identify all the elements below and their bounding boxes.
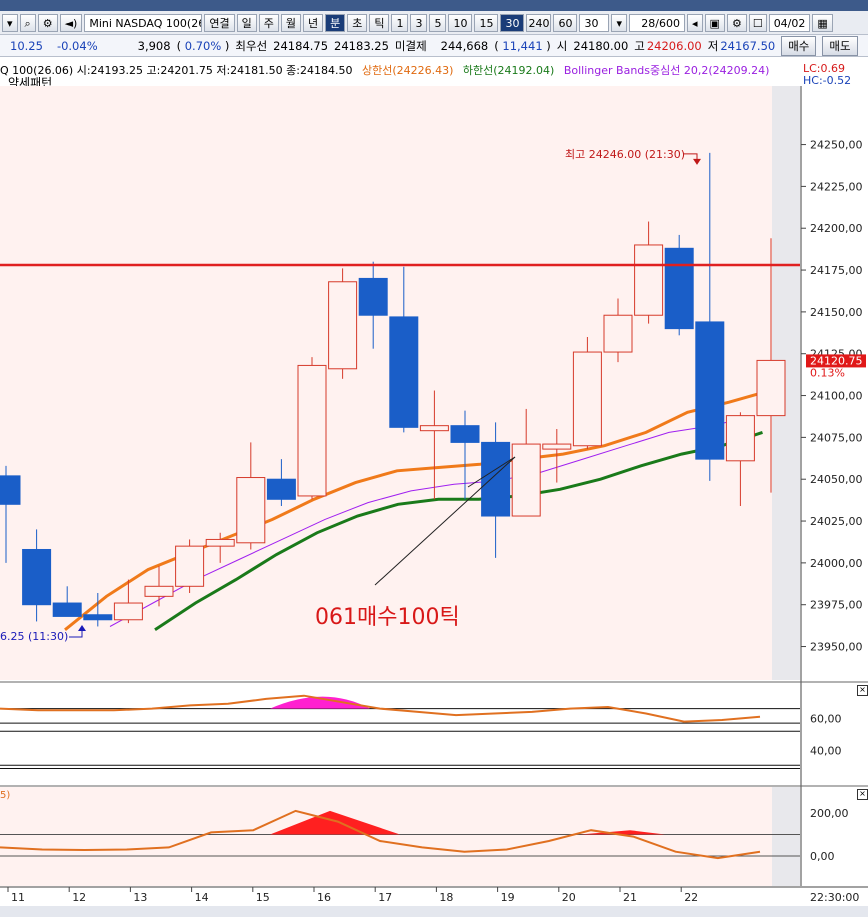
price-tag-pct: 0.13% xyxy=(810,366,845,379)
y-tick-label: 24050,00 xyxy=(810,473,863,486)
x-tick-label: 20 xyxy=(562,891,576,904)
x-tick-label: 11 xyxy=(11,891,25,904)
y-tick-label: 23975,00 xyxy=(810,599,863,612)
mom-panel-highlight xyxy=(772,787,800,886)
candle-down xyxy=(389,316,419,428)
y-tick-label: 23950,00 xyxy=(810,641,863,654)
y-tick-label: 24000,00 xyxy=(810,557,863,570)
candle-down xyxy=(664,247,694,330)
candle-up xyxy=(572,351,602,447)
candle-up xyxy=(236,477,266,544)
candle-down xyxy=(695,321,725,460)
mom-tick-label: 200,00 xyxy=(810,807,849,820)
x-tick-label: 16 xyxy=(317,891,331,904)
x-tick-label: 17 xyxy=(378,891,392,904)
candle-down xyxy=(481,441,511,517)
x-tick-label: 14 xyxy=(195,891,209,904)
candle-down xyxy=(266,478,296,500)
candle-down xyxy=(450,425,480,443)
candle-down xyxy=(52,602,82,617)
candle-up xyxy=(297,364,327,497)
mom-tick-label: 0,00 xyxy=(810,850,835,863)
y-tick-label: 24250,00 xyxy=(810,139,863,152)
price-chart[interactable]: 23950,00 23975,00 24000,00 24025,00 24050,00… xyxy=(0,0,868,917)
mom-label: 5) xyxy=(0,790,10,801)
candle-up xyxy=(113,602,143,621)
candle-up xyxy=(419,425,449,432)
x-tick-label: 21 xyxy=(623,891,637,904)
mom-panel-bg xyxy=(0,787,800,886)
osc-tick-label: 60,00 xyxy=(810,712,842,725)
y-tick-label: 24150,00 xyxy=(810,306,863,319)
candle-up xyxy=(205,538,235,547)
x-tick-label: 19 xyxy=(501,891,515,904)
candle-down xyxy=(83,614,113,621)
candle-up xyxy=(542,443,572,450)
y-tick-label: 24075,00 xyxy=(810,431,863,444)
candle-down xyxy=(358,277,388,316)
x-tick-label: 15 xyxy=(256,891,270,904)
x-tick-label: 22 xyxy=(684,891,698,904)
x-tick-label: 18 xyxy=(439,891,453,904)
candle-up xyxy=(725,415,755,462)
candle-up xyxy=(511,443,541,517)
x-time-label: 22:30:00 xyxy=(810,891,859,904)
y-tick-label: 24200,00 xyxy=(810,222,863,235)
bottom-scrollbar xyxy=(0,906,868,917)
x-tick-label: 13 xyxy=(133,891,147,904)
candle-down xyxy=(22,548,52,606)
osc-tick-label: 40,00 xyxy=(810,745,842,758)
candle-up xyxy=(634,244,664,316)
candle-up xyxy=(175,545,205,587)
candle-down xyxy=(0,475,21,505)
candle-up xyxy=(603,314,633,353)
trade-annotation: 061매수100틱 xyxy=(315,605,460,630)
low-annotation: 6.25 (11:30) xyxy=(0,630,68,643)
mom-close-icon[interactable]: × xyxy=(857,789,868,800)
y-tick-label: 24225,00 xyxy=(810,180,863,193)
candle-up xyxy=(144,585,174,597)
osc-close-icon[interactable]: × xyxy=(857,685,868,696)
x-tick-label: 12 xyxy=(72,891,86,904)
candle-up xyxy=(328,281,358,370)
y-tick-label: 24100,00 xyxy=(810,390,863,403)
y-tick-label: 24175,00 xyxy=(810,264,863,277)
high-annotation: 최고 24246.00 (21:30) xyxy=(565,148,685,161)
y-tick-label: 24025,00 xyxy=(810,515,863,528)
candle-up xyxy=(756,359,786,417)
